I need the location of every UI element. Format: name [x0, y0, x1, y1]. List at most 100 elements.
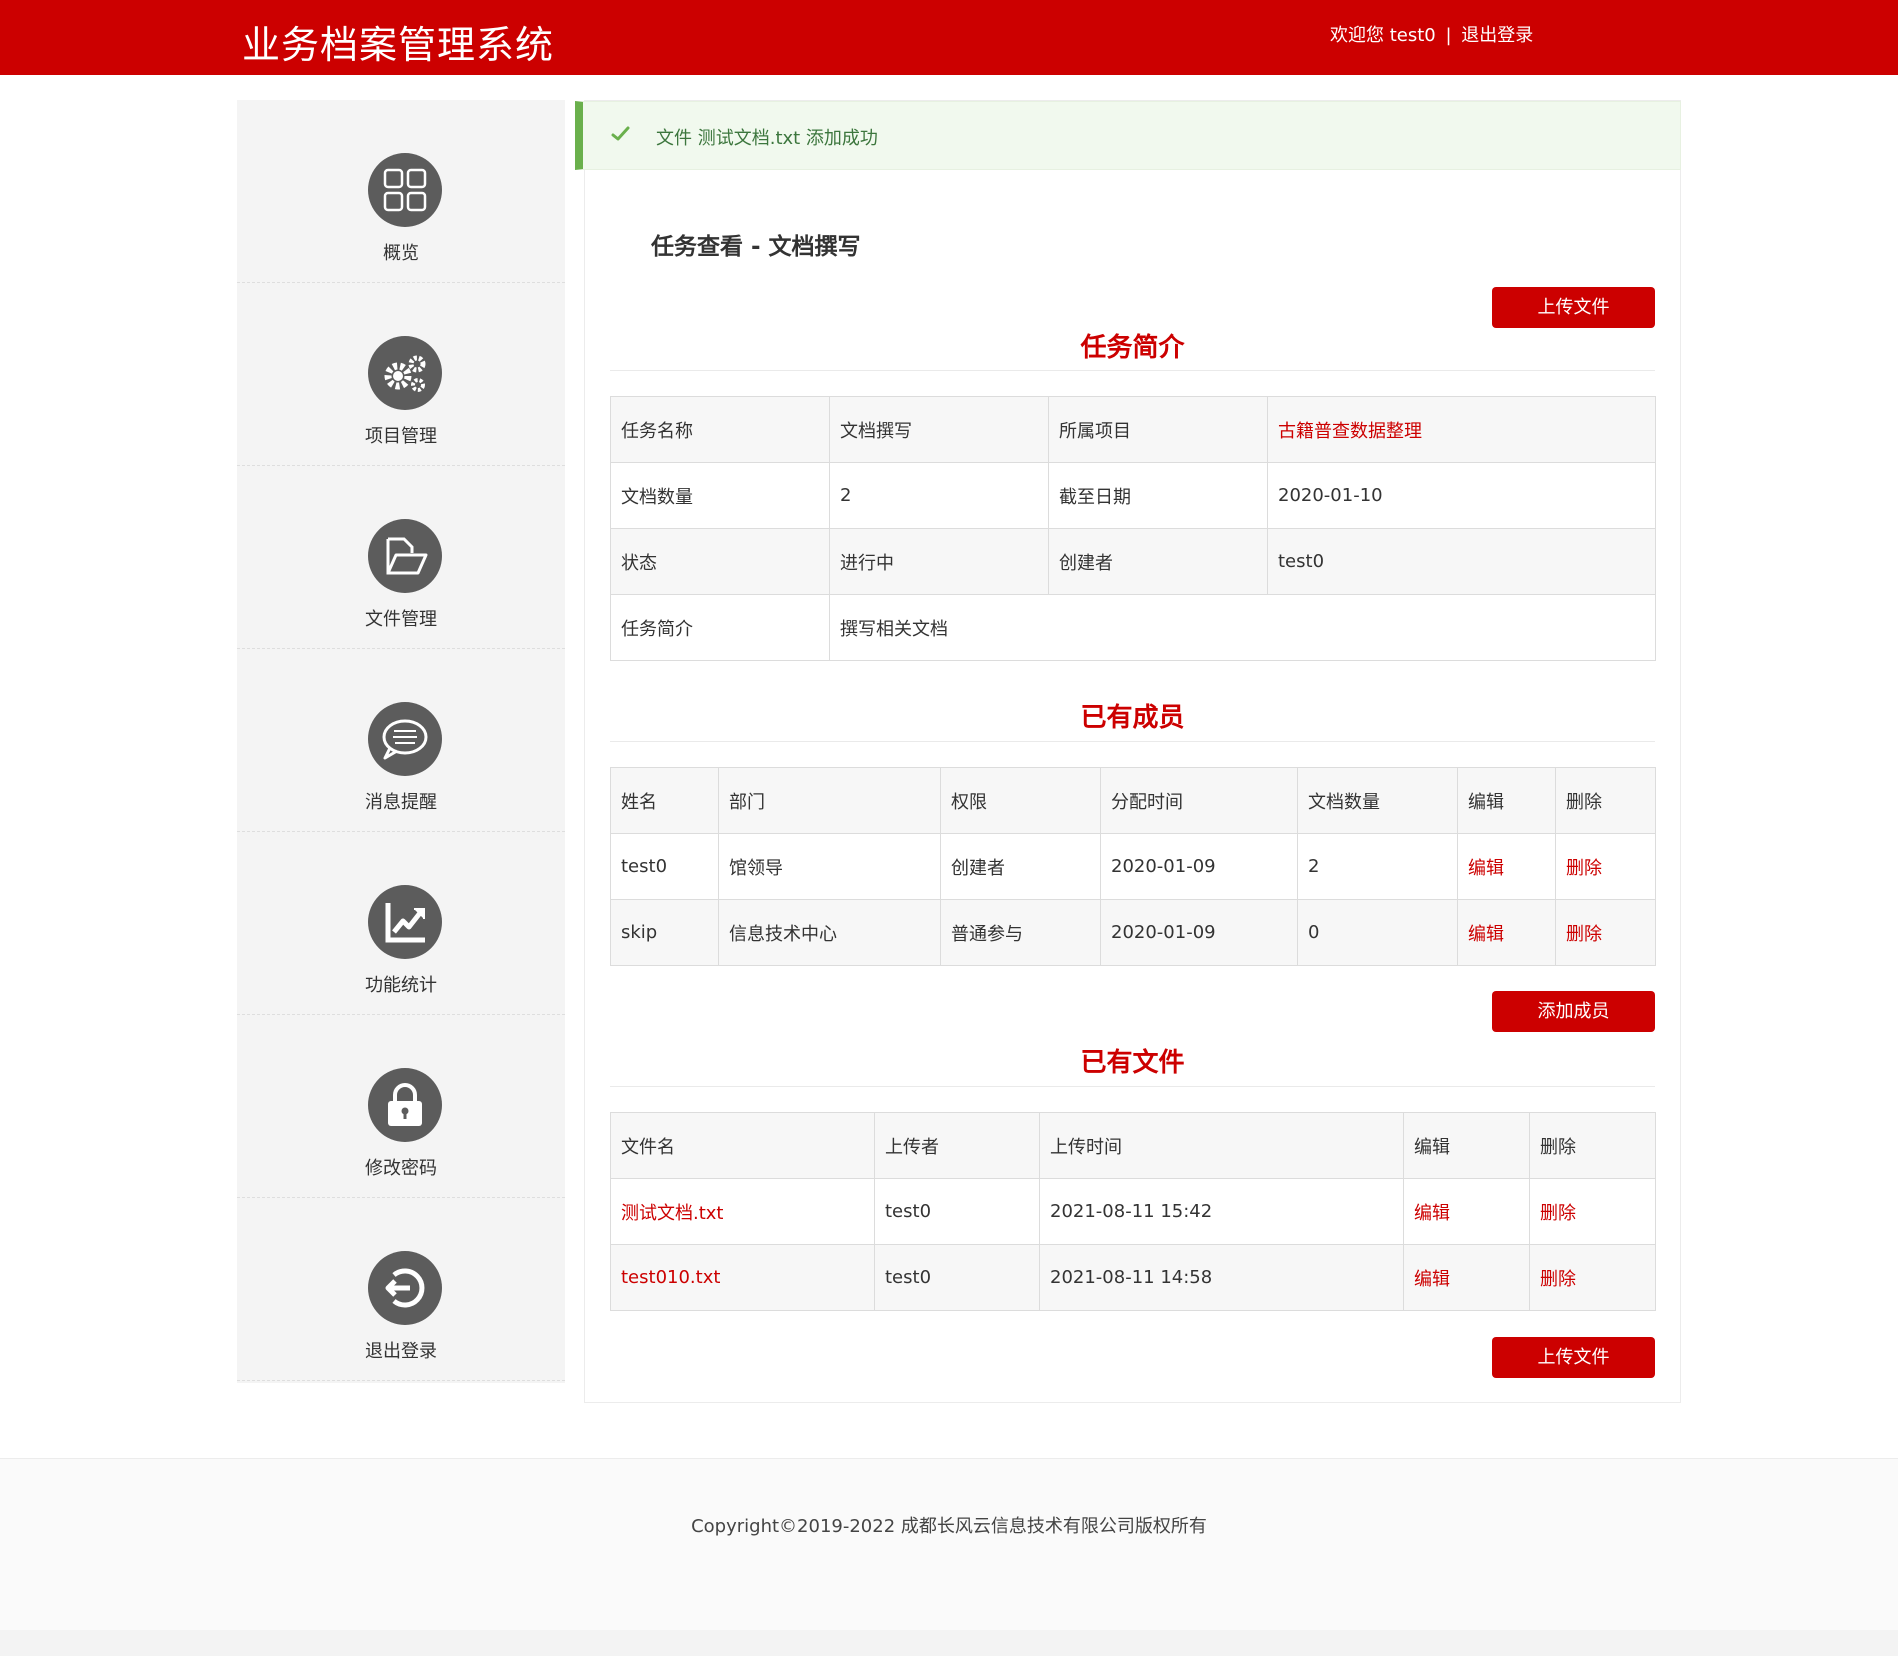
file-upload-time: 2021-08-11 14:58 — [1039, 1244, 1404, 1311]
edit-cell: 编辑 — [1457, 833, 1556, 900]
sidebar-item-overview[interactable]: 概览 — [237, 100, 565, 283]
field-label: 截至日期 — [1048, 462, 1268, 529]
table-header-row: 姓名 部门 权限 分配时间 文档数量 编辑 删除 — [610, 767, 1656, 834]
task-info-heading: 任务简介 — [1080, 333, 1185, 363]
divider — [610, 741, 1655, 742]
column-header: 文档数量 — [1297, 767, 1458, 834]
column-header: 删除 — [1555, 767, 1656, 834]
divider — [610, 1086, 1655, 1087]
column-header: 分配时间 — [1100, 767, 1298, 834]
table-header-row: 文件名 上传者 上传时间 编辑 删除 — [610, 1112, 1656, 1179]
edit-file-link[interactable]: 编辑 — [1414, 1203, 1450, 1224]
table-row: 文档数量 2 截至日期 2020-01-10 — [610, 462, 1656, 529]
delete-cell: 删除 — [1529, 1244, 1656, 1311]
delete-member-link[interactable]: 删除 — [1566, 924, 1602, 945]
folder-icon — [368, 519, 442, 593]
column-header: 权限 — [940, 767, 1101, 834]
column-header: 文件名 — [610, 1112, 875, 1179]
member-name: test0 — [610, 833, 719, 900]
column-header: 上传时间 — [1039, 1112, 1404, 1179]
file-name-cell: 测试文档.txt — [610, 1178, 875, 1245]
sidebar-item-logout[interactable]: 退出登录 — [237, 1198, 565, 1381]
userbar-separator: | — [1445, 25, 1452, 46]
sidebar-item-label: 项目管理 — [365, 426, 437, 447]
edit-cell: 编辑 — [1457, 899, 1556, 966]
sidebar-item-messages[interactable]: 消息提醒 — [237, 649, 565, 832]
grid-icon — [368, 153, 442, 227]
user-bar: 欢迎您 test0 | 退出登录 — [1330, 21, 1533, 47]
welcome-text: 欢迎您 test0 — [1330, 25, 1436, 46]
success-alert: 文件 测试文档.txt 添加成功 — [575, 101, 1681, 170]
column-header: 姓名 — [610, 767, 719, 834]
copyright-text: Copyright©2019-2022 成都长风云信息技术有限公司版权所有 — [691, 1516, 1207, 1537]
field-label: 所属项目 — [1048, 396, 1268, 463]
add-member-button[interactable]: 添加成员 — [1492, 991, 1655, 1032]
sidebar-item-label: 退出登录 — [365, 1341, 437, 1362]
sidebar-item-statistics[interactable]: 功能统计 — [237, 832, 565, 1015]
sidebar-item-label: 概览 — [383, 243, 419, 264]
delete-cell: 删除 — [1555, 833, 1656, 900]
edit-cell: 编辑 — [1403, 1244, 1530, 1311]
delete-cell: 删除 — [1555, 899, 1656, 966]
sidebar-item-label: 消息提醒 — [365, 792, 437, 813]
field-label: 任务名称 — [610, 396, 830, 463]
field-value: 撰写相关文档 — [829, 594, 1656, 661]
member-doc-count: 2 — [1297, 833, 1458, 900]
divider — [610, 370, 1655, 371]
sidebar-item-projects[interactable]: 项目管理 — [237, 283, 565, 466]
field-label: 任务简介 — [610, 594, 830, 661]
gears-icon — [368, 336, 442, 410]
file-name-link[interactable]: 测试文档.txt — [621, 1203, 724, 1224]
upload-file-button-bottom[interactable]: 上传文件 — [1492, 1337, 1655, 1378]
sidebar-item-password[interactable]: 修改密码 — [237, 1015, 565, 1198]
member-role: 普通参与 — [940, 899, 1101, 966]
chart-icon — [368, 885, 442, 959]
member-assigned-date: 2020-01-09 — [1100, 833, 1298, 900]
member-role: 创建者 — [940, 833, 1101, 900]
column-header: 删除 — [1529, 1112, 1656, 1179]
delete-file-link[interactable]: 删除 — [1540, 1269, 1576, 1290]
header-logout-link[interactable]: 退出登录 — [1461, 25, 1533, 46]
table-row: 测试文档.txt test0 2021-08-11 15:42 编辑 删除 — [610, 1178, 1656, 1245]
edit-file-link[interactable]: 编辑 — [1414, 1269, 1450, 1290]
edit-member-link[interactable]: 编辑 — [1468, 858, 1504, 879]
column-header: 部门 — [718, 767, 941, 834]
field-label: 文档数量 — [610, 462, 830, 529]
task-info-table: 任务名称 文档撰写 所属项目 古籍普查数据整理 文档数量 2 截至日期 2020… — [610, 396, 1656, 661]
field-value: 2 — [829, 462, 1049, 529]
table-row: 任务简介 撰写相关文档 — [610, 594, 1656, 661]
lock-icon — [368, 1068, 442, 1142]
column-header: 编辑 — [1457, 767, 1556, 834]
check-icon — [611, 126, 630, 141]
delete-file-link[interactable]: 删除 — [1540, 1203, 1576, 1224]
members-table: 姓名 部门 权限 分配时间 文档数量 编辑 删除 test0 馆领导 创建者 2… — [610, 767, 1656, 966]
field-value: 进行中 — [829, 528, 1049, 595]
table-row: test0 馆领导 创建者 2020-01-09 2 编辑 删除 — [610, 833, 1656, 900]
logout-icon — [368, 1251, 442, 1325]
project-link[interactable]: 古籍普查数据整理 — [1267, 396, 1656, 463]
column-header: 上传者 — [874, 1112, 1040, 1179]
table-row: skip 信息技术中心 普通参与 2020-01-09 0 编辑 删除 — [610, 899, 1656, 966]
table-row: 任务名称 文档撰写 所属项目 古籍普查数据整理 — [610, 396, 1656, 463]
sidebar: 概览 项目管理 文件管理 消息提醒 功能统计 修改密码 退出登录 — [237, 100, 565, 1383]
delete-member-link[interactable]: 删除 — [1566, 858, 1602, 879]
file-name-cell: test010.txt — [610, 1244, 875, 1311]
sidebar-item-label: 文件管理 — [365, 609, 437, 630]
top-header: 业务档案管理系统 欢迎您 test0 | 退出登录 — [0, 0, 1898, 75]
field-value: 文档撰写 — [829, 396, 1049, 463]
upload-file-button[interactable]: 上传文件 — [1492, 287, 1655, 328]
members-heading: 已有成员 — [1080, 703, 1185, 733]
edit-member-link[interactable]: 编辑 — [1468, 924, 1504, 945]
field-label: 状态 — [610, 528, 830, 595]
page-title: 任务查看 - 文档撰写 — [651, 234, 861, 260]
project-link-text[interactable]: 古籍普查数据整理 — [1278, 421, 1422, 442]
app-title: 业务档案管理系统 — [242, 23, 555, 67]
member-department: 馆领导 — [718, 833, 941, 900]
field-label: 创建者 — [1048, 528, 1268, 595]
file-name-link[interactable]: test010.txt — [621, 1267, 720, 1288]
sidebar-item-files[interactable]: 文件管理 — [237, 466, 565, 649]
member-name: skip — [610, 899, 719, 966]
column-header: 编辑 — [1403, 1112, 1530, 1179]
alert-message: 文件 测试文档.txt 添加成功 — [656, 128, 878, 149]
table-row: 状态 进行中 创建者 test0 — [610, 528, 1656, 595]
